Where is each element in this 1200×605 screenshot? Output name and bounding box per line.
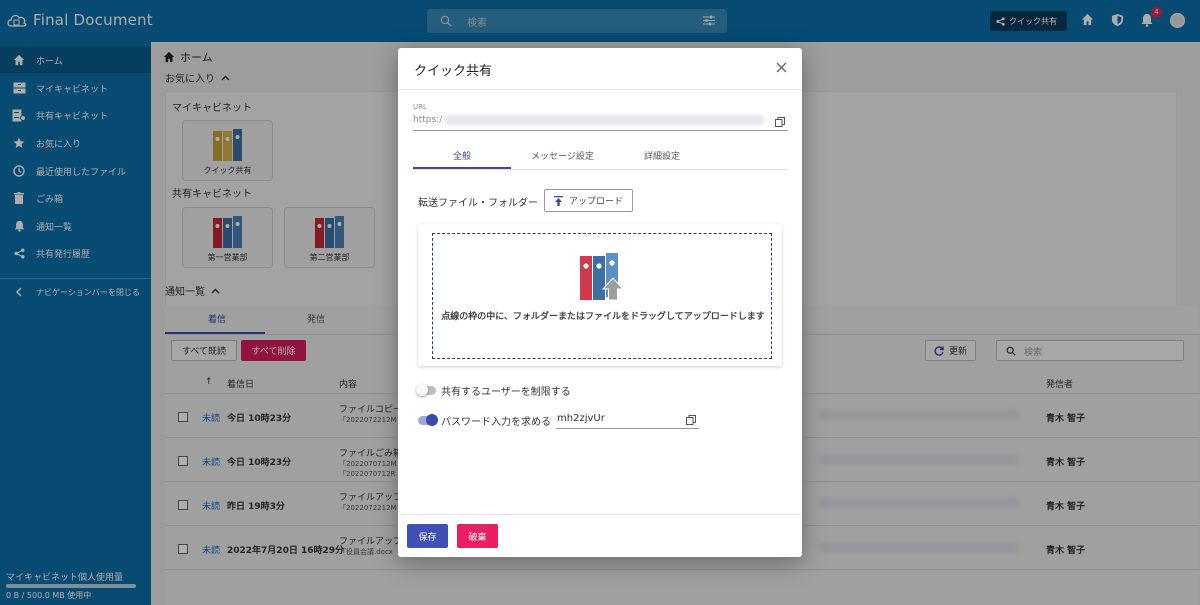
tab-general[interactable]: 全般 bbox=[453, 149, 471, 162]
drop-area-card: 点線の枠の中に、フォルダーまたはファイルをドラッグしてアップロードします bbox=[418, 224, 782, 366]
url-field[interactable]: https:/ bbox=[413, 115, 442, 125]
active-tab-indicator bbox=[413, 167, 511, 169]
require-password-row: パスワード入力を求める bbox=[418, 413, 551, 428]
require-password-label: パスワード入力を求める bbox=[441, 417, 551, 428]
upload-icon bbox=[553, 195, 563, 206]
close-icon[interactable] bbox=[776, 62, 787, 73]
password-field[interactable]: mh2zjvUr bbox=[556, 410, 699, 429]
restrict-users-label: 共有するユーザーを制限する bbox=[441, 387, 571, 398]
dialog-footer-divider bbox=[398, 514, 802, 515]
dialog-title: クイック共有 bbox=[414, 64, 493, 79]
copy-icon[interactable] bbox=[775, 117, 785, 127]
file-drop-zone[interactable]: 点線の枠の中に、フォルダーまたはファイルをドラッグしてアップロードします bbox=[432, 233, 772, 359]
redacted-url bbox=[444, 115, 764, 125]
url-label: URL bbox=[413, 103, 427, 111]
transfer-files-label: 転送ファイル・フォルダー bbox=[418, 198, 538, 209]
password-value: mh2zjvUr bbox=[557, 413, 605, 424]
restrict-users-toggle[interactable] bbox=[416, 384, 436, 396]
dialog-tabs: 全般 メッセージ設定 詳細設定 bbox=[413, 142, 788, 170]
dialog-header-divider bbox=[398, 89, 802, 90]
save-button[interactable]: 保存 bbox=[407, 524, 448, 548]
upload-button[interactable]: アップロード bbox=[544, 189, 633, 212]
discard-button[interactable]: 破棄 bbox=[457, 524, 498, 548]
copy-icon[interactable] bbox=[686, 415, 696, 425]
drop-instructions: 点線の枠の中に、フォルダーまたはファイルをドラッグしてアップロードします bbox=[441, 312, 765, 322]
quick-share-dialog: クイック共有 URL https:/ 全般 メッセージ設定 詳細設定 転送ファイ… bbox=[398, 48, 802, 557]
restrict-users-row: 共有するユーザーを制限する bbox=[416, 383, 571, 398]
url-underline bbox=[413, 130, 788, 131]
binder-upload-icon bbox=[580, 253, 625, 301]
tab-message-settings[interactable]: メッセージ設定 bbox=[531, 149, 594, 162]
upload-label: アップロード bbox=[568, 197, 623, 207]
tab-advanced-settings[interactable]: 詳細設定 bbox=[644, 149, 680, 162]
require-password-toggle[interactable] bbox=[418, 414, 438, 426]
